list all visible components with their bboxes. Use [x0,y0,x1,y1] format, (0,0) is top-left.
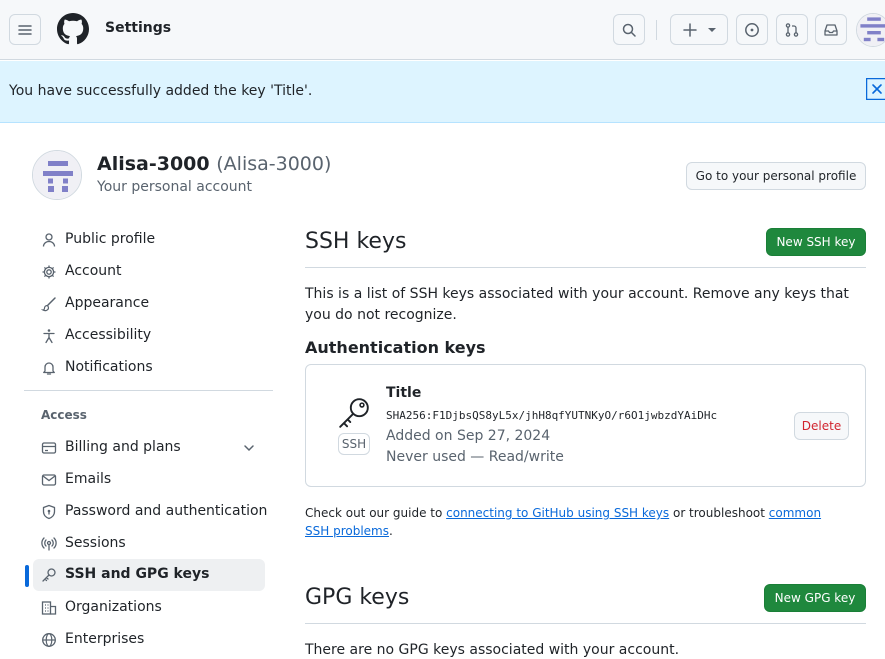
shield-lock-icon [42,504,56,520]
chevron-down-icon[interactable] [243,442,255,454]
identicon-avatar-icon [33,151,81,199]
organization-icon [41,601,57,615]
sidebar-item-label: SSH and GPG keys [65,566,210,582]
sidebar-section-access: Access [41,408,87,422]
profile-avatar[interactable] [32,150,82,200]
user-avatar[interactable] [856,13,885,47]
section-divider [305,267,866,268]
sidebar-item-password[interactable]: Password and authentication [33,496,268,528]
active-indicator [25,565,29,587]
inbox-icon [824,23,838,36]
new-ssh-key-button[interactable]: New SSH key [766,228,866,256]
sidebar-item-billing[interactable]: Billing and plans [33,432,265,464]
ssh-key-added-date: Added on Sep 27, 2024 [386,428,551,444]
sidebar-item-label: Sessions [65,535,126,551]
sidebar-item-label: Accessibility [65,327,152,343]
sidebar-item-label: Organizations [65,599,162,615]
globe-icon [42,633,56,647]
gpg-empty-message: There are no GPG keys associated with yo… [305,642,680,658]
sidebar-item-label: Notifications [65,359,153,375]
inbox-button[interactable] [815,14,847,45]
go-to-profile-button[interactable]: Go to your personal profile [686,162,866,190]
sidebar-item-organizations[interactable]: Organizations [33,592,265,624]
success-flash-banner: You have successfully added the key 'Tit… [0,61,885,123]
delete-ssh-key-button[interactable]: Delete [794,412,849,440]
credit-card-icon [41,442,57,454]
sidebar-item-emails[interactable]: Emails [33,464,265,496]
broadcast-icon [41,537,57,551]
sidebar-item-label: Account [65,263,122,279]
ssh-key-fingerprint: SHA256:F1DjbsQS8yL5x/jhH8qfYUTNKyO/r6O1j… [386,409,718,422]
sidebar-item-label: Appearance [65,295,150,311]
triangle-down-icon [708,27,716,32]
authentication-keys-heading: Authentication keys [305,338,486,357]
github-logo-icon[interactable] [57,13,89,45]
sidebar-divider [24,390,273,391]
person-icon [42,233,56,247]
issues-button[interactable] [736,14,768,45]
gpg-keys-heading: GPG keys [305,585,410,610]
pull-request-icon [785,22,799,37]
issue-icon [745,22,759,37]
guide-prefix: Check out our guide to [305,506,447,520]
user-login: (Alisa-3000) [216,153,332,175]
search-icon [622,23,636,37]
plus-icon [683,22,697,37]
ssh-guide-link[interactable]: connecting to GitHub using SSH keys [446,506,669,520]
paintbrush-icon [41,297,56,312]
guide-suffix: . [388,524,393,538]
sidebar-item-enterprises[interactable]: Enterprises [33,624,265,656]
ssh-key-item [305,364,866,487]
sidebar-item-label: Billing and plans [65,439,181,455]
bell-icon [43,362,55,375]
key-icon [339,398,369,428]
ssh-key-title: Title [386,385,422,401]
mail-icon [41,474,57,486]
hamburger-icon [18,24,32,35]
sidebar-item-label: Enterprises [65,631,145,647]
sidebar-item-notifications[interactable]: Notifications [33,352,265,384]
ssh-key-type-badge: SSH [338,433,370,455]
new-gpg-key-button[interactable]: New GPG key [764,584,866,612]
section-divider [305,623,866,624]
identicon-avatar-icon [857,14,885,46]
create-new-button[interactable] [670,14,728,45]
user-display-name[interactable]: Alisa-3000 (Alisa-3000) [97,153,331,175]
sidebar-item-account[interactable]: Account [33,256,265,288]
menu-button[interactable] [9,14,41,45]
account-type-label: Your personal account [97,179,253,195]
gear-icon [42,265,56,279]
flash-message: You have successfully added the key 'Tit… [9,83,313,99]
sidebar-item-appearance[interactable]: Appearance [33,288,265,320]
guide-middle: or troubleshoot [669,506,769,520]
sidebar-item-ssh-gpg-keys[interactable]: SSH and GPG keys [33,559,265,591]
key-icon [42,568,56,582]
sidebar-item-label: Public profile [65,231,156,247]
ssh-description: This is a list of SSH keys associated wi… [305,286,849,323]
ssh-guide-note: Check out our guide to connecting to Git… [305,504,845,540]
search-button[interactable] [613,14,645,45]
header-divider [656,20,657,40]
sidebar-item-sessions[interactable]: Sessions [33,528,265,560]
ssh-keys-heading: SSH keys [305,229,407,254]
pull-requests-button[interactable] [776,14,808,45]
close-icon[interactable] [866,78,885,100]
sidebar-item-accessibility[interactable]: Accessibility [33,320,265,352]
accessibility-icon [43,329,55,344]
page-title: Settings [105,20,172,36]
sidebar-item-label: Password and authentication [65,503,268,519]
sidebar-item-label: Emails [65,471,112,487]
ssh-key-usage: Never used — Read/write [386,449,564,465]
app-header: Settings [0,0,885,60]
user-name: Alisa-3000 [97,153,210,175]
sidebar-item-public-profile[interactable]: Public profile [33,224,265,256]
